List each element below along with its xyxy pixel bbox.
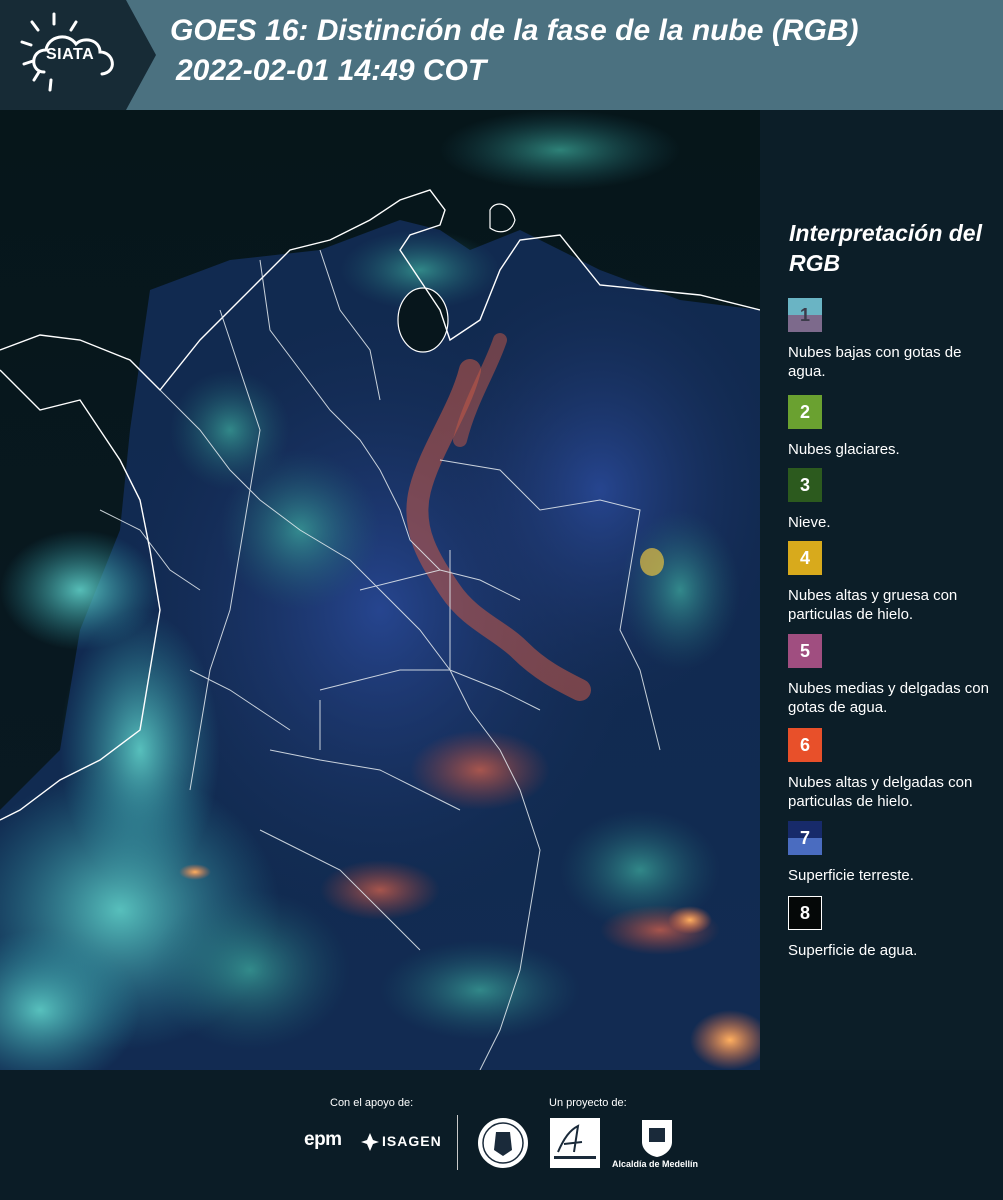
legend-item-6: 6 Nubes altas y delgadas con particulas … (788, 728, 1003, 811)
legend-label-3: Nieve. (788, 514, 831, 531)
isagen-icon (361, 1133, 379, 1151)
legend-item-7: 7 Superficie terreste. (788, 821, 1003, 885)
header-bar: SIATA GOES 16: Distinción de la fase de … (0, 0, 1003, 110)
alcaldia-label: Alcaldía de Medellín (612, 1159, 699, 1169)
isagen-logo: ISAGEN (382, 1133, 442, 1149)
legend-panel: Interpretación del RGB 1 Nubes bajas con… (760, 110, 1003, 1070)
footer-divider (457, 1115, 458, 1170)
legend-number-8: 8 (799, 902, 810, 923)
legend-item-1: 1 Nubes bajas con gotas de agua. (788, 298, 1003, 381)
legend-title: Interpretación del RGB (789, 220, 982, 276)
legend-label-5: Nubes medias y delgadas con gotas de agu… (788, 680, 989, 716)
legend-number-4: 4 (799, 547, 810, 568)
legend-swatch-7: 7 (788, 821, 822, 855)
legend-item-2: 2 Nubes glaciares. (788, 395, 1003, 459)
legend-item-4: 4 Nubes altas y gruesa con particulas de… (788, 541, 1003, 624)
legend-item-5: 5 Nubes medias y delgadas con gotas de a… (788, 634, 1003, 717)
legend-number-1: 1 (799, 304, 810, 325)
legend-swatch-6: 6 (788, 728, 822, 762)
legend-label-8: Superficie de agua. (788, 942, 918, 959)
legend-swatch-3: 3 (788, 468, 822, 502)
legend-number-6: 6 (799, 734, 810, 755)
legend-item-8: 8 Superficie de agua. (788, 896, 1003, 960)
footer: Con el apoyo de: Un proyecto de: epm ISA… (0, 1070, 1003, 1200)
project-label: Un proyecto de: (549, 1097, 627, 1109)
legend-label-2: Nubes glaciares. (788, 441, 900, 458)
page-title: GOES 16: Distinción de la fase de la nub… (170, 14, 859, 47)
legend-swatch-2: 2 (788, 395, 822, 429)
page-timestamp: 2022-02-01 14:49 COT (176, 54, 487, 87)
area-metropolitana-icon (550, 1118, 600, 1168)
logo-text: SIATA (46, 46, 95, 63)
legend-label-4: Nubes altas y gruesa con particulas de h… (788, 587, 958, 623)
siata-logo: SIATA (0, 0, 156, 110)
legend-number-5: 5 (799, 640, 810, 661)
legend-label-7: Superficie terreste. (788, 867, 914, 884)
legend-number-7: 7 (799, 827, 810, 848)
legend-swatch-8: 8 (788, 896, 822, 930)
legend-swatch-4: 4 (788, 541, 822, 575)
seal-icon (478, 1118, 528, 1168)
alcaldia-shield-icon (642, 1120, 672, 1157)
legend-label-1: Nubes bajas con gotas de agua. (788, 344, 962, 380)
legend-label-6: Nubes altas y delgadas con particulas de… (788, 774, 973, 810)
legend-number-2: 2 (799, 401, 810, 422)
support-label: Con el apoyo de: (330, 1097, 414, 1109)
satellite-map (0, 110, 780, 1090)
legend-swatch-1: 1 (788, 298, 822, 332)
legend-item-3: 3 Nieve. (788, 468, 1003, 532)
epm-logo: epm (304, 1129, 342, 1150)
legend-number-3: 3 (799, 474, 810, 495)
legend-swatch-5: 5 (788, 634, 822, 668)
